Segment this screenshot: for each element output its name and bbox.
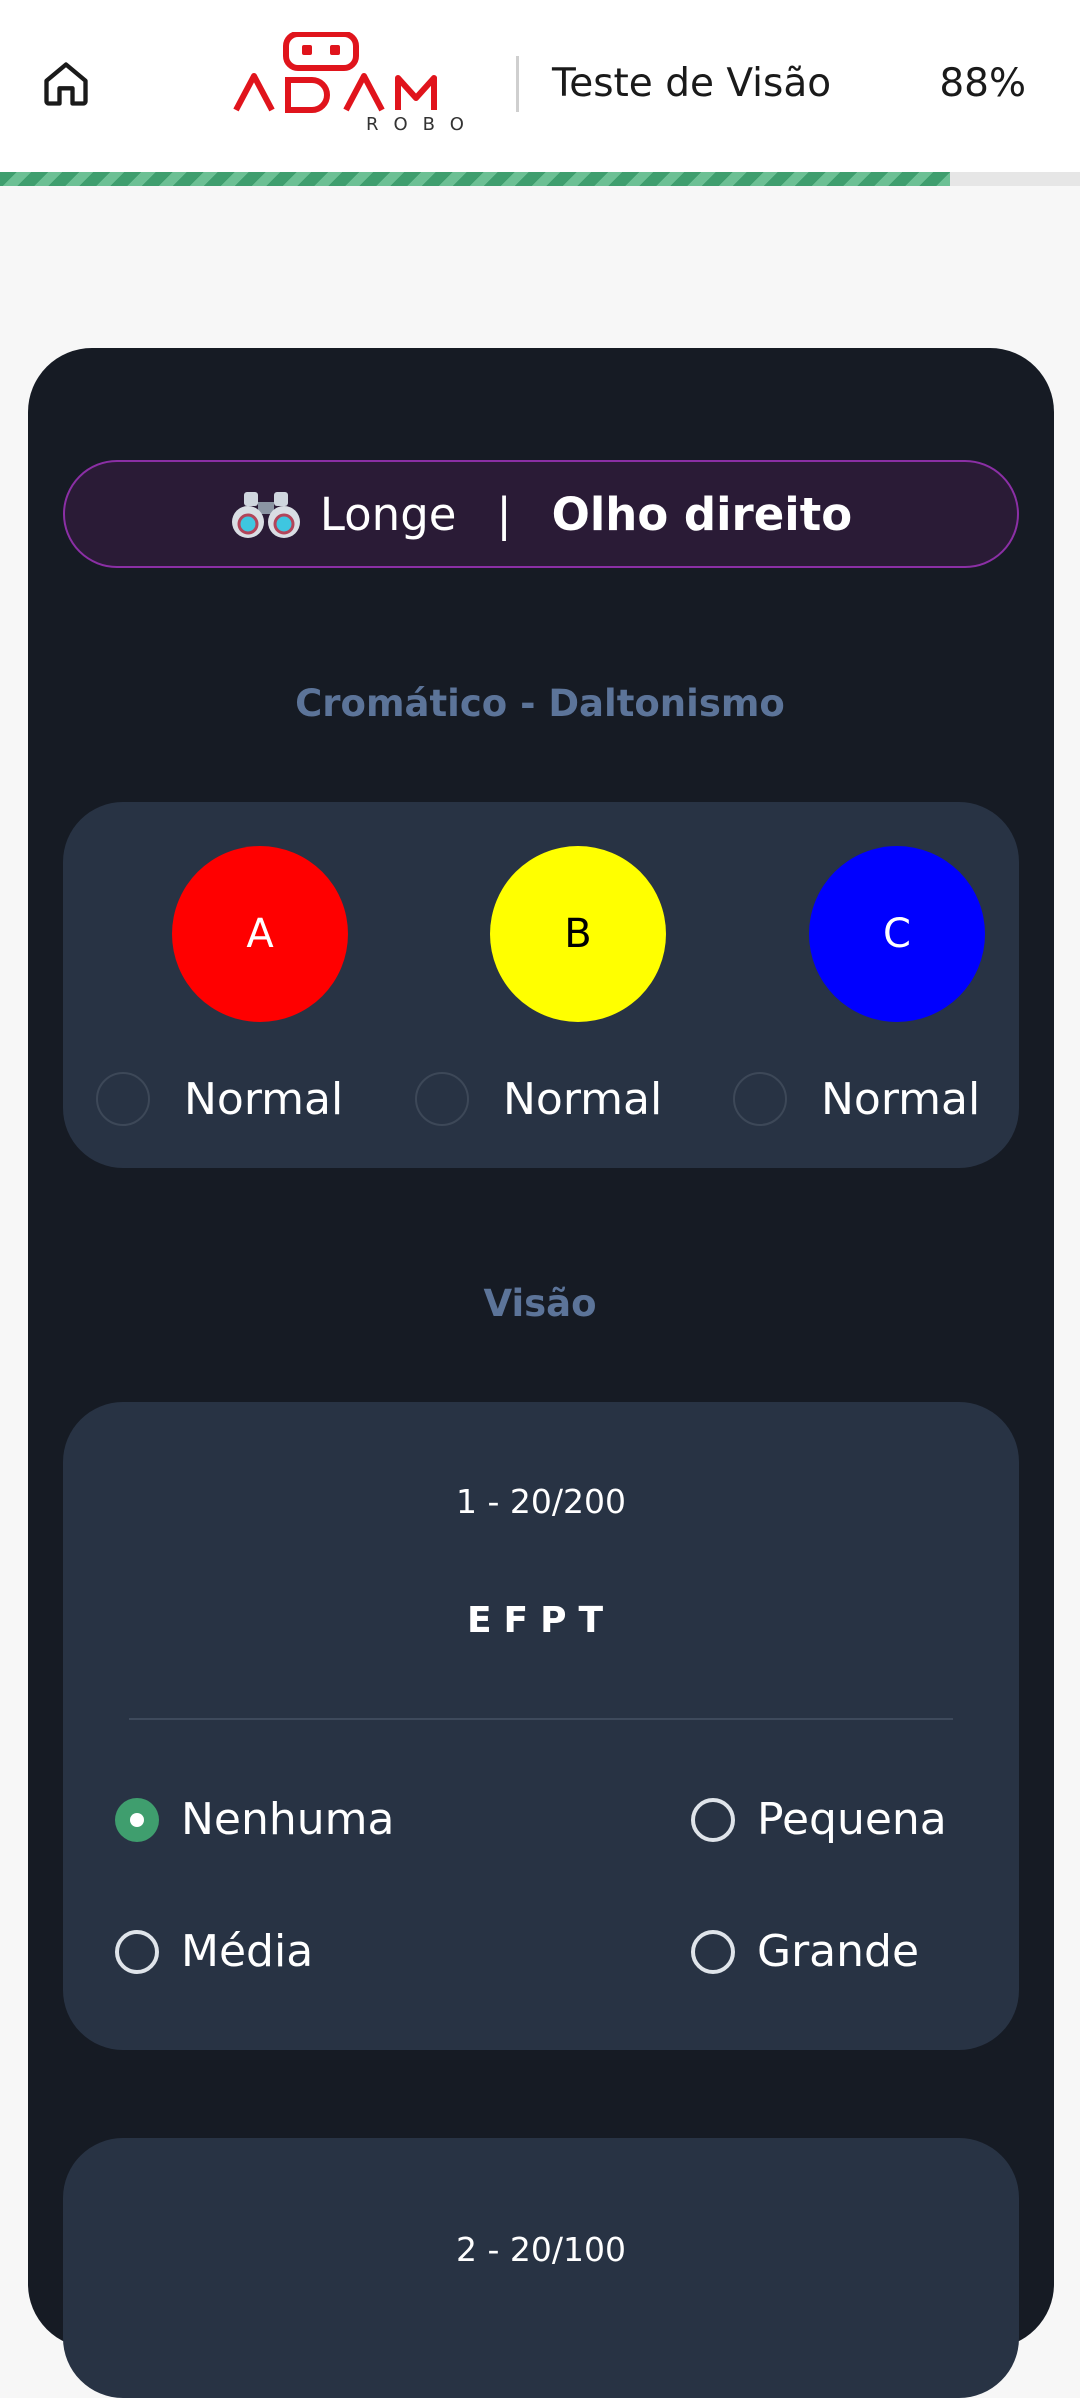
option-label: Média xyxy=(181,1926,314,1977)
option-label: Grande xyxy=(757,1926,920,1977)
vision-row-card: 1 - 20/200 EFPT Nenhuma Pequena Média Gr… xyxy=(63,1402,1019,2050)
option-grande[interactable]: Grande xyxy=(691,1926,919,1977)
color-circle-b[interactable]: B xyxy=(490,846,666,1022)
checkbox-circle[interactable] xyxy=(733,1072,787,1126)
progress-bar xyxy=(0,172,1080,186)
logo-subtext: ROBO xyxy=(366,114,479,135)
radio-unselected[interactable] xyxy=(691,1929,735,1974)
radio-unselected[interactable] xyxy=(691,1797,735,1842)
vision-row-card: 2 - 20/100 xyxy=(63,2138,1019,2398)
vision-row-title: 2 - 20/100 xyxy=(456,2230,626,2269)
color-circle-a[interactable]: A xyxy=(172,846,348,1022)
page-title: Teste de Visão xyxy=(552,61,832,106)
option-pequena[interactable]: Pequena xyxy=(691,1794,947,1845)
vision-row-title: 1 - 20/200 xyxy=(456,1482,626,1521)
color-test-title: Cromático - Daltonismo xyxy=(295,682,785,725)
checkbox-b[interactable]: Normal xyxy=(415,1072,662,1126)
color-letter: B xyxy=(564,911,592,957)
home-icon xyxy=(44,62,88,106)
option-nenhuma[interactable]: Nenhuma xyxy=(115,1794,394,1845)
vision-test-title: Visão xyxy=(483,1282,597,1325)
color-letter: C xyxy=(883,911,911,957)
separator: | xyxy=(496,487,512,541)
option-label: Nenhuma xyxy=(181,1794,395,1845)
divider xyxy=(129,1718,953,1720)
option-media[interactable]: Média xyxy=(115,1926,313,1977)
header-separator xyxy=(516,56,519,112)
vision-letters: EFPT xyxy=(466,1600,616,1641)
checkbox-circle[interactable] xyxy=(415,1072,469,1126)
checkbox-circle[interactable] xyxy=(96,1072,150,1126)
binoculars-icon xyxy=(231,492,300,538)
checkbox-label: Normal xyxy=(503,1073,663,1125)
adam-robo-logo: ROBO xyxy=(232,31,479,140)
checkbox-a[interactable]: Normal xyxy=(96,1072,343,1126)
color-circle-c[interactable]: C xyxy=(809,846,985,1022)
progress-percent: 88% xyxy=(939,61,1026,106)
eye-label: Olho direito xyxy=(551,487,853,541)
progress-fill xyxy=(0,172,951,186)
color-letter: A xyxy=(246,911,274,957)
option-label: Pequena xyxy=(757,1794,947,1845)
checkbox-label: Normal xyxy=(184,1073,344,1125)
checkbox-c[interactable]: Normal xyxy=(733,1072,980,1126)
radio-selected[interactable] xyxy=(115,1797,159,1842)
checkbox-label: Normal xyxy=(821,1073,981,1125)
home-button[interactable] xyxy=(38,56,94,112)
distance-label: Longe xyxy=(319,487,457,541)
eye-selector[interactable]: Longe | Olho direito xyxy=(63,460,1019,568)
radio-unselected[interactable] xyxy=(115,1929,159,1974)
color-test-card: A B C Normal Normal Normal xyxy=(63,802,1019,1168)
app-header: ROBO Teste de Visão 88% xyxy=(0,0,1080,172)
